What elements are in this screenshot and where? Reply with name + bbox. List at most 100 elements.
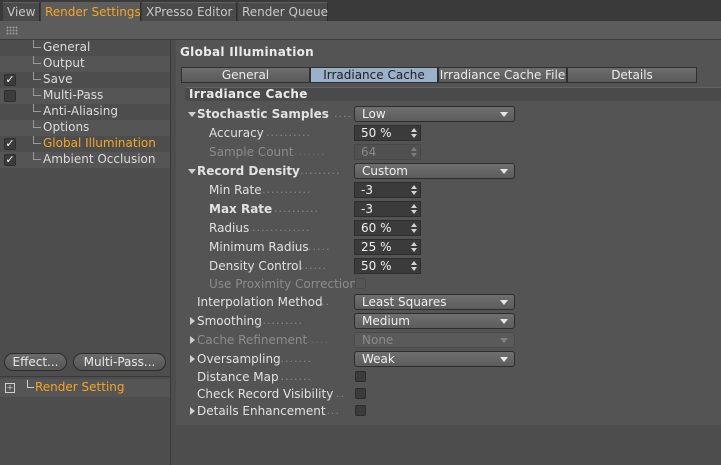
spinner-icon[interactable] xyxy=(411,128,417,138)
chevron-down-icon xyxy=(500,300,508,305)
spinner-icon xyxy=(411,147,417,157)
spinner-icon[interactable] xyxy=(411,223,417,233)
leader-dots: .......... xyxy=(274,202,319,215)
render-setting-list: + Render Setting xyxy=(0,376,170,465)
sidebar-item-save[interactable]: ✓ Save xyxy=(0,72,170,88)
tab-render-settings[interactable]: Render Settings xyxy=(41,2,141,21)
sidebar-item-label: Anti-Aliasing xyxy=(43,104,118,118)
sidebar-item-label: Ambient Occlusion xyxy=(43,152,156,166)
tree-branch-icon xyxy=(33,120,41,128)
dropdown-value: Medium xyxy=(362,314,410,328)
multi-pass-button[interactable]: Multi-Pass... xyxy=(73,353,166,371)
sidebar-item-global-illumination[interactable]: ✓ Global Illumination xyxy=(0,136,170,152)
sidebar-item-ambient-occlusion[interactable]: ✓ Ambient Occlusion xyxy=(0,152,170,168)
radius-field[interactable]: 60 % xyxy=(354,220,421,236)
leader-dots: .. xyxy=(336,387,345,400)
sidebar-item-anti-aliasing[interactable]: Anti-Aliasing xyxy=(0,104,170,120)
chevron-down-icon xyxy=(500,338,508,343)
sidebar-item-multi-pass[interactable]: Multi-Pass xyxy=(0,88,170,104)
effect-button[interactable]: Effect... xyxy=(4,353,67,371)
sidebar-item-output[interactable]: Output xyxy=(0,56,170,72)
spinner-icon[interactable] xyxy=(411,204,417,214)
param-label: Use Proximity Correction xyxy=(209,277,358,291)
field-value: 50 % xyxy=(361,126,392,140)
expand-arrow-icon[interactable] xyxy=(190,317,195,325)
subtab-general[interactable]: General xyxy=(181,67,310,83)
smoothing-dropdown[interactable]: Medium xyxy=(354,313,515,329)
record-density-dropdown[interactable]: Custom xyxy=(354,163,515,179)
accuracy-field[interactable]: 50 % xyxy=(354,125,421,141)
subtab-details[interactable]: Details xyxy=(567,67,697,83)
section-header: Irradiance Cache xyxy=(185,87,721,101)
tab-render-queue[interactable]: Render Queue xyxy=(238,2,328,21)
param-label: Accuracy xyxy=(209,126,264,140)
param-label: Smoothing xyxy=(197,314,262,328)
use-proximity-correction-checkbox xyxy=(355,278,366,289)
field-value: -3 xyxy=(361,202,373,216)
distance-map-checkbox[interactable] xyxy=(355,371,366,382)
check-icon[interactable]: ✓ xyxy=(4,154,16,166)
tree-branch-icon xyxy=(33,104,41,112)
render-setting-label: Render Setting xyxy=(35,380,125,394)
field-value: 64 xyxy=(361,145,377,159)
render-setting-row[interactable]: + Render Setting xyxy=(0,379,170,397)
tab-xpresso-editor[interactable]: XPresso Editor xyxy=(142,2,237,21)
spinner-icon[interactable] xyxy=(411,242,417,252)
param-oversampling: Oversampling ........ Weak xyxy=(176,351,721,368)
collapse-arrow-icon[interactable] xyxy=(188,112,196,117)
leader-dots: ......... xyxy=(300,164,341,177)
sidebar-item-general[interactable]: General xyxy=(0,40,170,56)
dropdown-value: None xyxy=(362,333,394,347)
stochastic-samples-dropdown[interactable]: Low xyxy=(354,106,515,122)
section-title: Irradiance Cache xyxy=(189,87,308,101)
subtab-irradiance-cache-file[interactable]: Irradiance Cache File xyxy=(438,67,567,83)
param-label: Distance Map xyxy=(197,370,279,384)
tab-view[interactable]: View xyxy=(3,2,40,21)
param-cache-refinement: Cache Refinement ...... None xyxy=(176,332,721,349)
sidebar-item-label: Multi-Pass xyxy=(43,88,104,102)
spinner-icon[interactable] xyxy=(411,261,417,271)
drag-grip-icon[interactable] xyxy=(6,26,18,35)
tree-branch-icon xyxy=(33,72,41,80)
field-value: -3 xyxy=(361,183,373,197)
tree-branch-icon xyxy=(33,152,41,160)
field-value: 25 % xyxy=(361,240,392,254)
param-max-rate: Max Rate .......... -3 xyxy=(176,201,721,218)
subtab-irradiance-cache[interactable]: Irradiance Cache xyxy=(310,67,438,83)
dropdown-value: Weak xyxy=(362,352,395,366)
param-label: Record Density xyxy=(197,164,300,178)
interpolation-method-dropdown[interactable]: Least Squares xyxy=(354,294,515,310)
panel-title: Global Illumination xyxy=(180,45,315,59)
leader-dots: .... xyxy=(322,404,340,417)
window-tab-bar: View Render Settings XPresso Editor Rend… xyxy=(0,0,721,21)
expand-icon[interactable]: + xyxy=(5,383,15,393)
param-label: Stochastic Samples xyxy=(197,107,329,121)
expand-arrow-icon[interactable] xyxy=(190,336,195,344)
leader-dots: .... xyxy=(312,295,330,308)
expand-arrow-icon[interactable] xyxy=(190,407,195,415)
param-stochastic-samples: Stochastic Samples ..... Low xyxy=(176,106,721,123)
attributes-panel: Global Illumination General Irradiance C… xyxy=(176,40,721,425)
spinner-icon[interactable] xyxy=(411,185,417,195)
check-record-visibility-checkbox[interactable] xyxy=(355,388,366,399)
toolbar-strip xyxy=(0,21,721,40)
leader-dots: ..... xyxy=(334,107,352,120)
collapse-arrow-icon[interactable] xyxy=(188,169,196,174)
check-icon[interactable]: ✓ xyxy=(4,138,16,150)
leader-dots: ....... xyxy=(294,145,326,158)
sidebar-item-options[interactable]: Options xyxy=(0,120,170,136)
dropdown-value: Least Squares xyxy=(362,295,447,309)
param-label: Cache Refinement xyxy=(197,333,308,347)
max-rate-field[interactable]: -3 xyxy=(354,201,421,217)
minimum-radius-field[interactable]: 25 % xyxy=(354,239,421,255)
check-icon[interactable]: ✓ xyxy=(4,74,16,86)
density-control-field[interactable]: 50 % xyxy=(354,258,421,274)
checkbox-icon[interactable] xyxy=(4,90,16,102)
chevron-down-icon xyxy=(500,169,508,174)
param-label: Check Record Visibility xyxy=(197,387,334,401)
oversampling-dropdown[interactable]: Weak xyxy=(354,351,515,367)
details-enhancement-checkbox[interactable] xyxy=(355,405,366,416)
min-rate-field[interactable]: -3 xyxy=(354,182,421,198)
expand-arrow-icon[interactable] xyxy=(190,355,195,363)
sidebar-item-label: Global Illumination xyxy=(43,136,156,150)
